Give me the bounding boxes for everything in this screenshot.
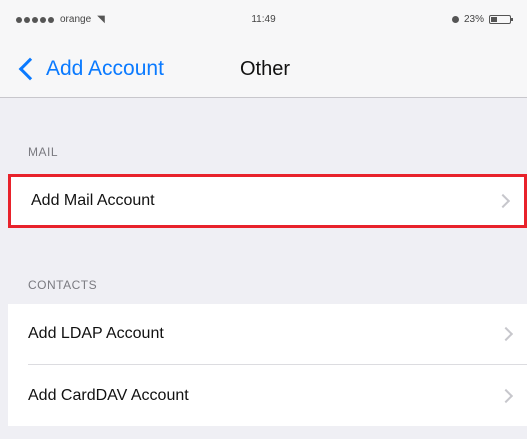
section-header-contacts: CONTACTS <box>28 278 98 292</box>
add-mail-account-cell[interactable]: Add Mail Account <box>8 174 527 228</box>
add-ldap-account-label: Add LDAP Account <box>28 325 164 342</box>
lock-icon <box>451 16 459 23</box>
section-header-mail: MAIL <box>28 145 59 159</box>
mail-group: Add Mail Account <box>8 174 527 228</box>
add-ldap-account-cell[interactable]: Add LDAP Account <box>8 304 527 364</box>
add-mail-account-label: Add Mail Account <box>31 192 155 209</box>
chevron-right-icon <box>498 326 514 342</box>
navigation-bar: Add Account Other <box>0 40 527 98</box>
battery-percent: 23% <box>463 14 484 25</box>
contacts-group: Add LDAP Account Add CardDAV Account <box>8 304 527 426</box>
battery-icon <box>489 15 513 24</box>
back-button[interactable]: Add Account <box>16 52 164 86</box>
add-carddav-account-label: Add CardDAV Account <box>28 386 189 404</box>
chevron-right-icon <box>498 388 514 403</box>
chevron-left-icon <box>18 57 42 81</box>
status-right: 23% <box>451 14 513 25</box>
page-title: Other <box>240 57 291 80</box>
chevron-right-icon <box>495 193 511 209</box>
back-button-label: Add Account <box>46 57 164 80</box>
status-time: 11:49 <box>251 14 276 25</box>
add-carddav-account-cell[interactable]: Add CardDAV Account <box>8 365 527 426</box>
status-bar: orange ◥ 11:49 23% <box>0 0 527 40</box>
